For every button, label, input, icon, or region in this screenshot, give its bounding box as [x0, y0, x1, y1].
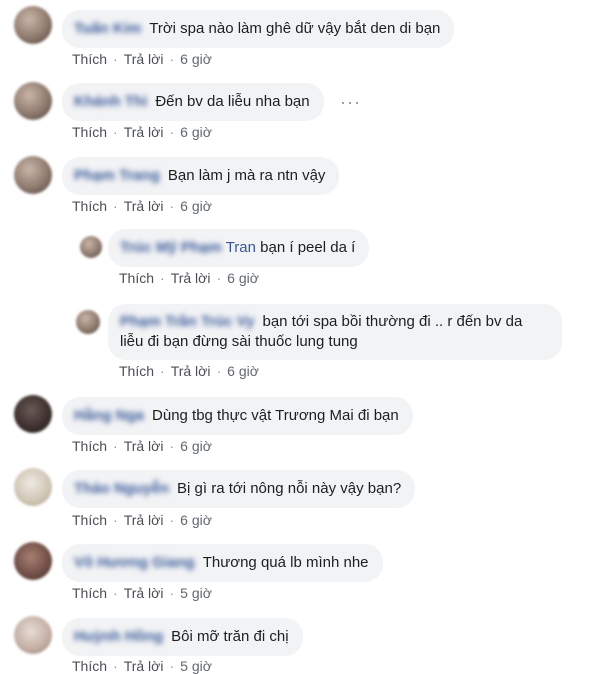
like-link[interactable]: Thích [72, 438, 107, 454]
comment-bubble: Trúc Mỹ Phạm Tran bạn í peel da í [108, 229, 370, 267]
separator: · [113, 585, 118, 601]
reply-link[interactable]: Trả lời [124, 51, 164, 67]
comment-actions: Thích · Trả lời · 5 giờ [72, 658, 212, 674]
comment-actions: Thích · Trả lời · 6 giờ [119, 363, 259, 379]
comment-text: Bị gì ra tới nông nỗi này vậy bạn? [177, 480, 402, 497]
like-link[interactable]: Thích [72, 512, 107, 528]
reply-link[interactable]: Trả lời [171, 270, 211, 286]
comment-bubble: Hằng Nga Dùng tbg thực vật Trương Mai đi … [62, 397, 413, 435]
comment-time[interactable]: 6 giờ [180, 198, 212, 214]
comment-time[interactable]: 6 giờ [180, 124, 212, 140]
avatar[interactable] [14, 82, 52, 120]
comment-author[interactable]: Hằng Nga [74, 406, 144, 426]
reply-link[interactable]: Trả lời [124, 658, 164, 674]
separator: · [160, 270, 165, 286]
comment-actions: Thích · Trả lời · 6 giờ [119, 270, 259, 286]
avatar[interactable] [76, 310, 100, 334]
separator: · [113, 658, 118, 674]
comment-time[interactable]: 6 giờ [180, 438, 212, 454]
mention-link[interactable]: Tran [226, 239, 256, 256]
avatar[interactable] [14, 6, 52, 44]
comment-bubble: Võ Hương Giang Thương quá lb mình nhe [62, 544, 383, 582]
comment-text: Bạn làm j mà ra ntn vậy [167, 167, 326, 184]
like-link[interactable]: Thích [72, 198, 107, 214]
reply-link[interactable]: Trả lời [124, 124, 164, 140]
comment-bubble: Phạm Trang Bạn làm j mà ra ntn vậy [62, 157, 340, 195]
separator: · [169, 124, 175, 140]
like-link[interactable]: Thích [72, 51, 107, 67]
comment-text: Bôi mỡ trăn đi chị [171, 628, 289, 645]
separator: · [169, 512, 175, 528]
comment-text: Dùng tbg thực vật Trương Mai đi bạn [152, 407, 399, 424]
comment-author[interactable]: Thảo Nguyễn [74, 479, 169, 499]
comment-bubble: Tuấn Kim Trời spa nào làm ghê dữ vậy bắt … [62, 10, 455, 48]
separator: · [113, 512, 118, 528]
comment-author[interactable]: Phạm Trang [74, 166, 160, 186]
avatar[interactable] [14, 468, 52, 506]
reply-link[interactable]: Trả lời [124, 512, 164, 528]
comment-text: Thương quá lb mình nhe [202, 554, 369, 571]
avatar[interactable] [80, 236, 102, 258]
comment-author[interactable]: Võ Hương Giang [74, 553, 195, 573]
separator: · [216, 270, 222, 286]
reply-link[interactable]: Trả lời [124, 198, 164, 214]
reply-link[interactable]: Trả lời [124, 438, 164, 454]
separator: · [113, 438, 118, 454]
separator: · [169, 198, 175, 214]
comment-author[interactable]: Phạm Trần Trúc Vy [120, 312, 255, 332]
separator: · [169, 658, 175, 674]
avatar[interactable] [14, 156, 52, 194]
comment-actions: Thích · Trả lời · 6 giờ [72, 198, 212, 214]
comment-time[interactable]: 6 giờ [227, 270, 259, 286]
comment-text: Đến bv da liễu nha bạn [155, 93, 310, 110]
comment-time[interactable]: 5 giờ [180, 658, 212, 674]
comment-time[interactable]: 6 giờ [180, 51, 212, 67]
separator: · [169, 51, 175, 67]
comment-bubble: Khánh Thi Đến bv da liễu nha bạn [62, 83, 324, 121]
reply-link[interactable]: Trả lời [171, 363, 211, 379]
separator: · [113, 124, 118, 140]
comment-bubble: Phạm Trần Trúc Vy bạn tới spa bồi thường … [108, 304, 562, 360]
like-link[interactable]: Thích [119, 270, 154, 286]
separator: · [169, 585, 175, 601]
reply-link[interactable]: Trả lời [124, 585, 164, 601]
comment-actions: Thích · Trả lời · 6 giờ [72, 51, 212, 67]
avatar[interactable] [14, 395, 52, 433]
comment-time[interactable]: 5 giờ [180, 585, 212, 601]
comment-actions: Thích · Trả lời · 6 giờ [72, 438, 212, 454]
like-link[interactable]: Thích [72, 124, 107, 140]
avatar[interactable] [14, 616, 52, 654]
comment-time[interactable]: 6 giờ [180, 512, 212, 528]
like-link[interactable]: Thích [72, 585, 107, 601]
avatar[interactable] [14, 542, 52, 580]
separator: · [113, 198, 118, 214]
comment-text: Trời spa nào làm ghê dữ vậy bắt den di b… [149, 20, 441, 37]
like-link[interactable]: Thích [119, 363, 154, 379]
separator: · [113, 51, 118, 67]
like-link[interactable]: Thích [72, 658, 107, 674]
comment-actions: Thích · Trả lời · 5 giờ [72, 585, 212, 601]
comment-author[interactable]: Trúc Mỹ Phạm [120, 238, 222, 258]
comment-actions: Thích · Trả lời · 6 giờ [72, 124, 212, 140]
comment-author[interactable]: Tuấn Kim [74, 19, 141, 39]
comment-bubble: Thảo Nguyễn Bị gì ra tới nông nỗi này vậy… [62, 470, 416, 508]
comment-time[interactable]: 6 giờ [227, 363, 259, 379]
comment-actions: Thích · Trả lời · 6 giờ [72, 512, 212, 528]
more-options-icon[interactable]: ··· [340, 92, 361, 113]
separator: · [216, 363, 222, 379]
comment-author[interactable]: Huỳnh Hồng [74, 627, 163, 647]
comment-text: bạn í peel da í [260, 239, 356, 256]
comment-bubble: Huỳnh Hồng Bôi mỡ trăn đi chị [62, 618, 303, 656]
comment-author[interactable]: Khánh Thi [74, 92, 147, 112]
separator: · [160, 363, 165, 379]
separator: · [169, 438, 175, 454]
